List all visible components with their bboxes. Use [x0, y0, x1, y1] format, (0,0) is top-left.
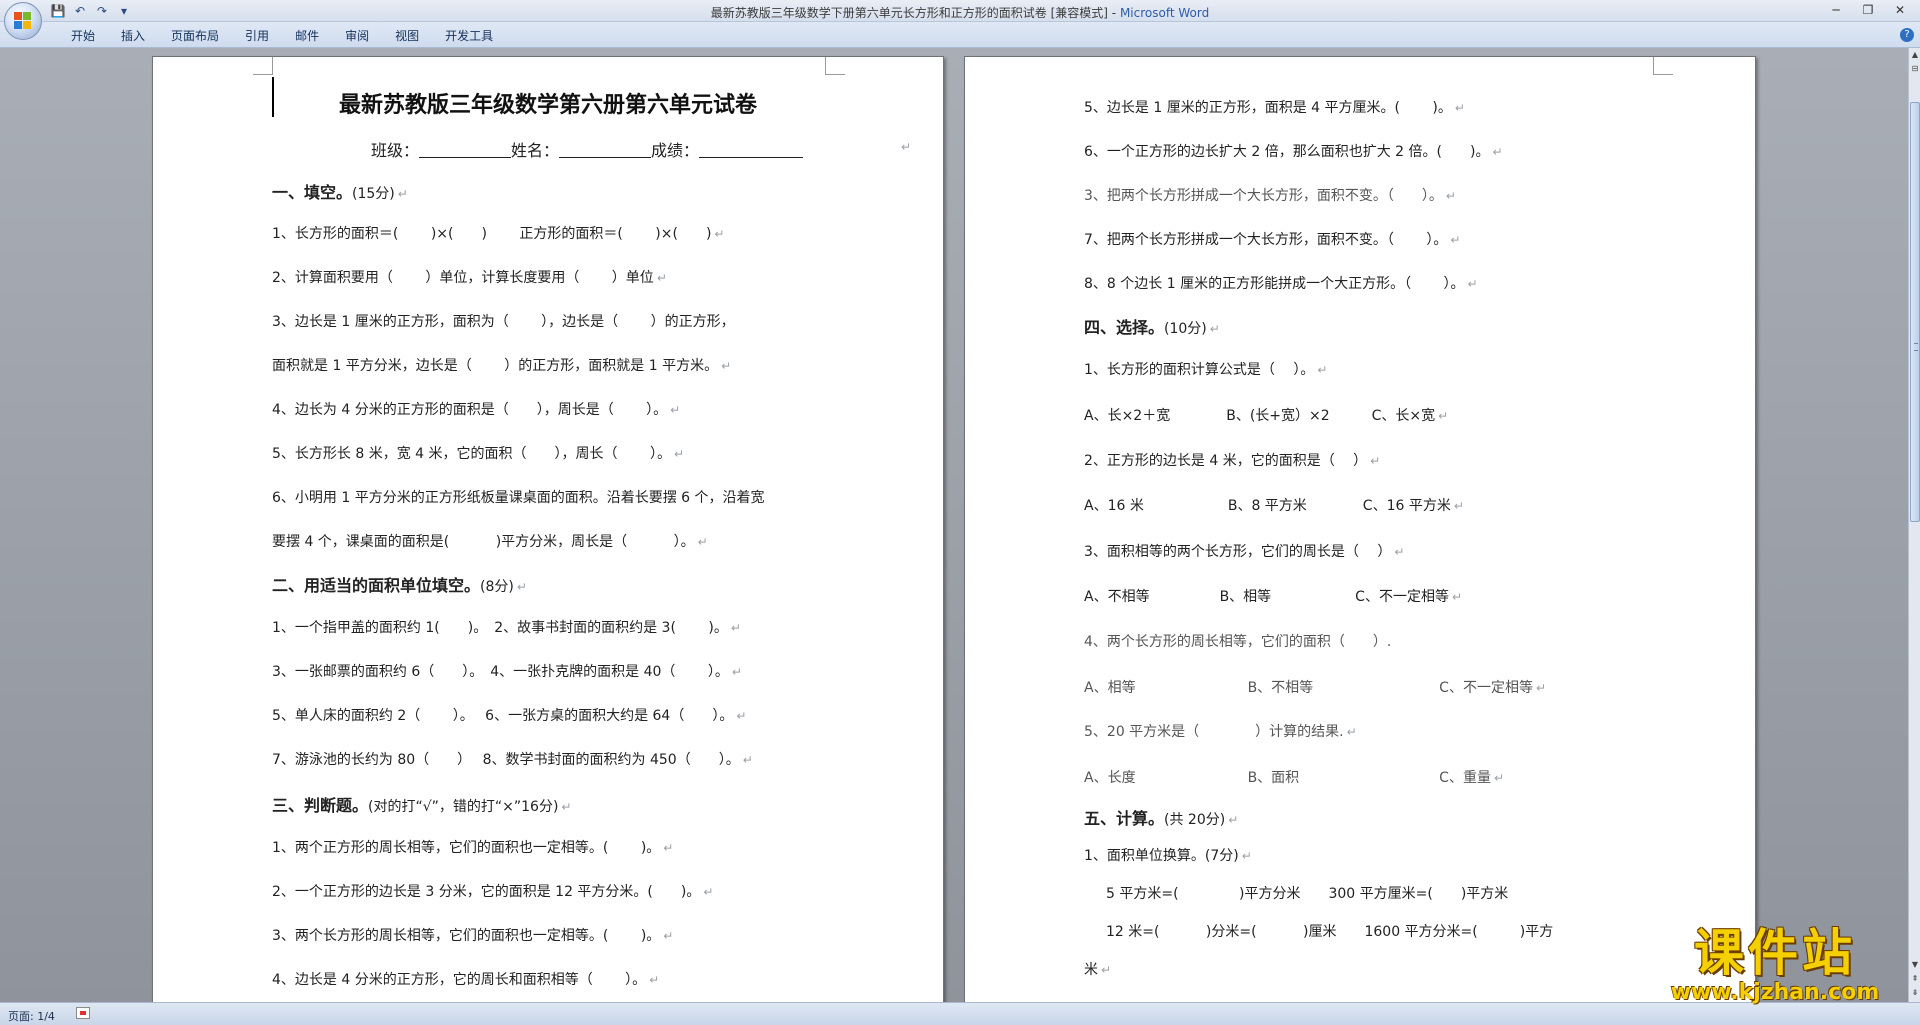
question-line: 4、两个长方形的周长相等，它们的面积（ ）. [1084, 634, 1392, 650]
section-heading: 五、计算。(共 20分) ↵ [1084, 809, 1239, 828]
section-heading: 三、判断题。(对的打“√”，错的打“×”16分) ↵ [272, 796, 572, 815]
question-line: 7、游泳池的长约为 80（ ） 8、数学书封面的面积约为 450（ ）。 ↵ [272, 752, 753, 768]
option-line: A、不相等 B、相等 C、不一定相等 ↵ [1084, 589, 1463, 605]
scroll-down-icon[interactable]: ▼ [1910, 960, 1920, 972]
ribbon-tabs: 开始 插入 页面布局 引用 邮件 审阅 视图 开发工具 [58, 27, 506, 44]
option-line: A、长×2＋宽 B、(长+宽）×2 C、长×宽 ↵ [1084, 408, 1449, 424]
question-line: 5、边长是 1 厘米的正方形，面积是 4 平方厘米。( )。 ↵ [1084, 100, 1465, 116]
section-heading: 二、用适当的面积单位填空。(8分) ↵ [272, 576, 527, 595]
previous-page-icon[interactable]: ⇞ [1910, 974, 1920, 986]
watermark-logo: 课件站 www.kjzhan.com [1650, 925, 1900, 1005]
name-label: 姓名： [511, 141, 560, 160]
question-line: 6、小明用 1 平方分米的正方形纸板量课桌面的面积。沿着长要摆 6 个，沿着宽 [272, 490, 765, 506]
ribbon: 开始 插入 页面布局 引用 邮件 审阅 视图 开发工具 ? [0, 22, 1920, 48]
document-title: 最新苏教版三年级数学下册第六单元长方形和正方形的面积试卷 [兼容模式] [710, 6, 1108, 20]
document-workspace: 最新苏教版三年级数学第六册第六单元试卷 班级： 姓名： 成绩： ↵ 一、填空。(15… [0, 48, 1908, 1002]
tab-page-layout[interactable]: 页面布局 [158, 27, 232, 44]
vertical-scrollbar[interactable]: ▲ ⊟ ▼ ⇞ ⇟ [1908, 48, 1920, 1002]
question-line: 1、一个指甲盖的面积约 1( )。 2、故事书封面的面积约是 3( )。 ↵ [272, 620, 741, 636]
page-count[interactable]: 页面: 1/4 [8, 1008, 55, 1024]
ruler-toggle-icon[interactable]: ⊟ [1910, 64, 1920, 76]
watermark-title: 课件站 [1694, 924, 1856, 982]
class-blank[interactable] [419, 144, 512, 158]
question-line: 2、计算面积要用（ ）单位，计算长度要用（ ）单位 ↵ [272, 270, 667, 286]
document-page-1[interactable]: 最新苏教版三年级数学第六册第六单元试卷 班级： 姓名： 成绩： ↵ 一、填空。(15… [152, 56, 944, 1002]
scroll-up-icon[interactable]: ▲ [1910, 50, 1920, 62]
tab-mailings[interactable]: 邮件 [282, 27, 332, 44]
window-controls: ─ ❐ ✕ [1822, 2, 1914, 18]
watermark-url: www.kjzhan.com [1670, 980, 1880, 1005]
question-line: 6、一个正方形的边长扩大 2 倍，那么面积也扩大 2 倍。( )。 ↵ [1084, 144, 1503, 160]
question-line: 8、8 个边长 1 厘米的正方形能拼成一个大正方形。（ ）。 ↵ [1084, 276, 1478, 292]
app-name: Microsoft Word [1119, 6, 1210, 20]
tab-references[interactable]: 引用 [232, 27, 282, 44]
calc-line: 米 ↵ [1084, 962, 1112, 978]
question-line: 3、边长是 1 厘米的正方形，面积为（ ），边长是（ ）的正方形， [272, 314, 735, 330]
section-heading: 一、填空。(15分) ↵ [272, 183, 408, 202]
option-line: A、相等 B、不相等 C、不一定相等 ↵ [1084, 680, 1547, 696]
title-bar: 💾 ↶ ↷ ▾ 最新苏教版三年级数学下册第六单元长方形和正方形的面积试卷 [兼容… [0, 0, 1920, 22]
office-button[interactable] [4, 2, 42, 40]
tab-home[interactable]: 开始 [58, 27, 108, 44]
minimize-icon[interactable]: ─ [1822, 2, 1850, 18]
crop-mark [825, 57, 845, 75]
question-line: 面积就是 1 平方分米，边长是（ ）的正方形，面积就是 1 平方米。 ↵ [272, 358, 732, 374]
question-line: 7、把两个长方形拼成一个大长方形，面积不变。（ ）。 ↵ [1084, 232, 1461, 248]
question-line: 1、面积单位换算。(7分) ↵ [1084, 848, 1252, 864]
tab-view[interactable]: 视图 [382, 27, 432, 44]
score-label: 成绩： [651, 141, 700, 160]
question-line: 4、边长为 4 分米的正方形的面积是（ ），周长是（ ）。 ↵ [272, 402, 681, 418]
class-label: 班级： [371, 141, 420, 160]
close-icon[interactable]: ✕ [1886, 2, 1914, 18]
question-line: 4、边长是 4 分米的正方形，它的周长和面积相等（ ）。 ↵ [272, 972, 660, 988]
option-line: A、16 米 B、8 平方米 C、16 平方米 ↵ [1084, 498, 1464, 514]
option-line: A、长度 B、面积 C、重量 ↵ [1084, 770, 1505, 786]
question-line: 2、正方形的边长是 4 米，它的面积是（ ） ↵ [1084, 453, 1381, 469]
question-line: 5、长方形长 8 米，宽 4 米，它的面积（ ），周长（ ）。 ↵ [272, 446, 685, 462]
question-line: 3、两个长方形的周长相等，它们的面积也一定相等。( )。 ↵ [272, 928, 674, 944]
question-line: 要摆 4 个，课桌面的面积是( )平方分米，周长是（ ）。 ↵ [272, 534, 708, 550]
page-title: 最新苏教版三年级数学第六册第六单元试卷 [338, 93, 757, 118]
document-page-2[interactable]: 5、边长是 1 厘米的正方形，面积是 4 平方厘米。( )。 ↵ 6、一个正方形的… [964, 56, 1756, 1002]
scroll-grip-icon [1914, 343, 1918, 351]
section-heading: 四、选择。(10分) ↵ [1084, 318, 1220, 337]
question-line: 3、一张邮票的面积约 6（ ）。 4、一张扑克牌的面积是 40（ ）。 ↵ [272, 664, 742, 680]
question-line: 5、20 平方米是（ ）计算的结果. ↵ [1084, 724, 1357, 740]
question-line: 1、两个正方形的周长相等，它们的面积也一定相等。( )。 ↵ [272, 840, 674, 856]
calc-line: 12 米=( )分米=( )厘米 1600 平方分米=( )平方 [1106, 924, 1554, 940]
title-separator: - [1107, 6, 1120, 20]
tab-review[interactable]: 审阅 [332, 27, 382, 44]
tab-developer[interactable]: 开发工具 [432, 27, 506, 44]
tab-insert[interactable]: 插入 [108, 27, 158, 44]
question-line: 3、把两个长方形拼成一个大长方形，面积不变。（ ）。 ↵ [1084, 188, 1456, 204]
score-blank[interactable] [699, 144, 804, 158]
question-line: 5、单人床的面积约 2（ ）。 6、一张方桌的面积大约是 64（ ）。 ↵ [272, 708, 747, 724]
window-title: 最新苏教版三年级数学下册第六单元长方形和正方形的面积试卷 [兼容模式] - Mi… [0, 4, 1920, 21]
question-line: 1、长方形的面积计算公式是（ ）。 ↵ [1084, 362, 1328, 378]
status-bar: 页面: 1/4 [0, 1002, 1920, 1025]
help-icon[interactable]: ? [1900, 28, 1914, 42]
calc-line: 5 平方米=( )平方分米 300 平方厘米=( )平方米 [1106, 886, 1509, 902]
crop-mark [1653, 57, 1673, 75]
office-logo-icon [14, 12, 32, 30]
next-page-icon[interactable]: ⇟ [1910, 988, 1920, 1000]
scroll-thumb[interactable] [1910, 102, 1920, 522]
question-line: 2、一个正方形的边长是 3 分米，它的面积是 12 平方分米。( )。 ↵ [272, 884, 714, 900]
restore-icon[interactable]: ❐ [1854, 2, 1882, 18]
question-line: 3、面积相等的两个长方形，它们的周长是（ ） ↵ [1084, 544, 1405, 560]
name-blank[interactable] [559, 144, 652, 158]
proofing-icon[interactable] [76, 1007, 90, 1019]
student-info-line: 班级： 姓名： 成绩： [371, 137, 804, 161]
paragraph-mark: ↵ [901, 140, 912, 154]
crop-mark [253, 57, 273, 75]
question-line: 1、长方形的面积＝( )×( ) 正方形的面积＝( )×( ) ↵ [272, 226, 725, 242]
